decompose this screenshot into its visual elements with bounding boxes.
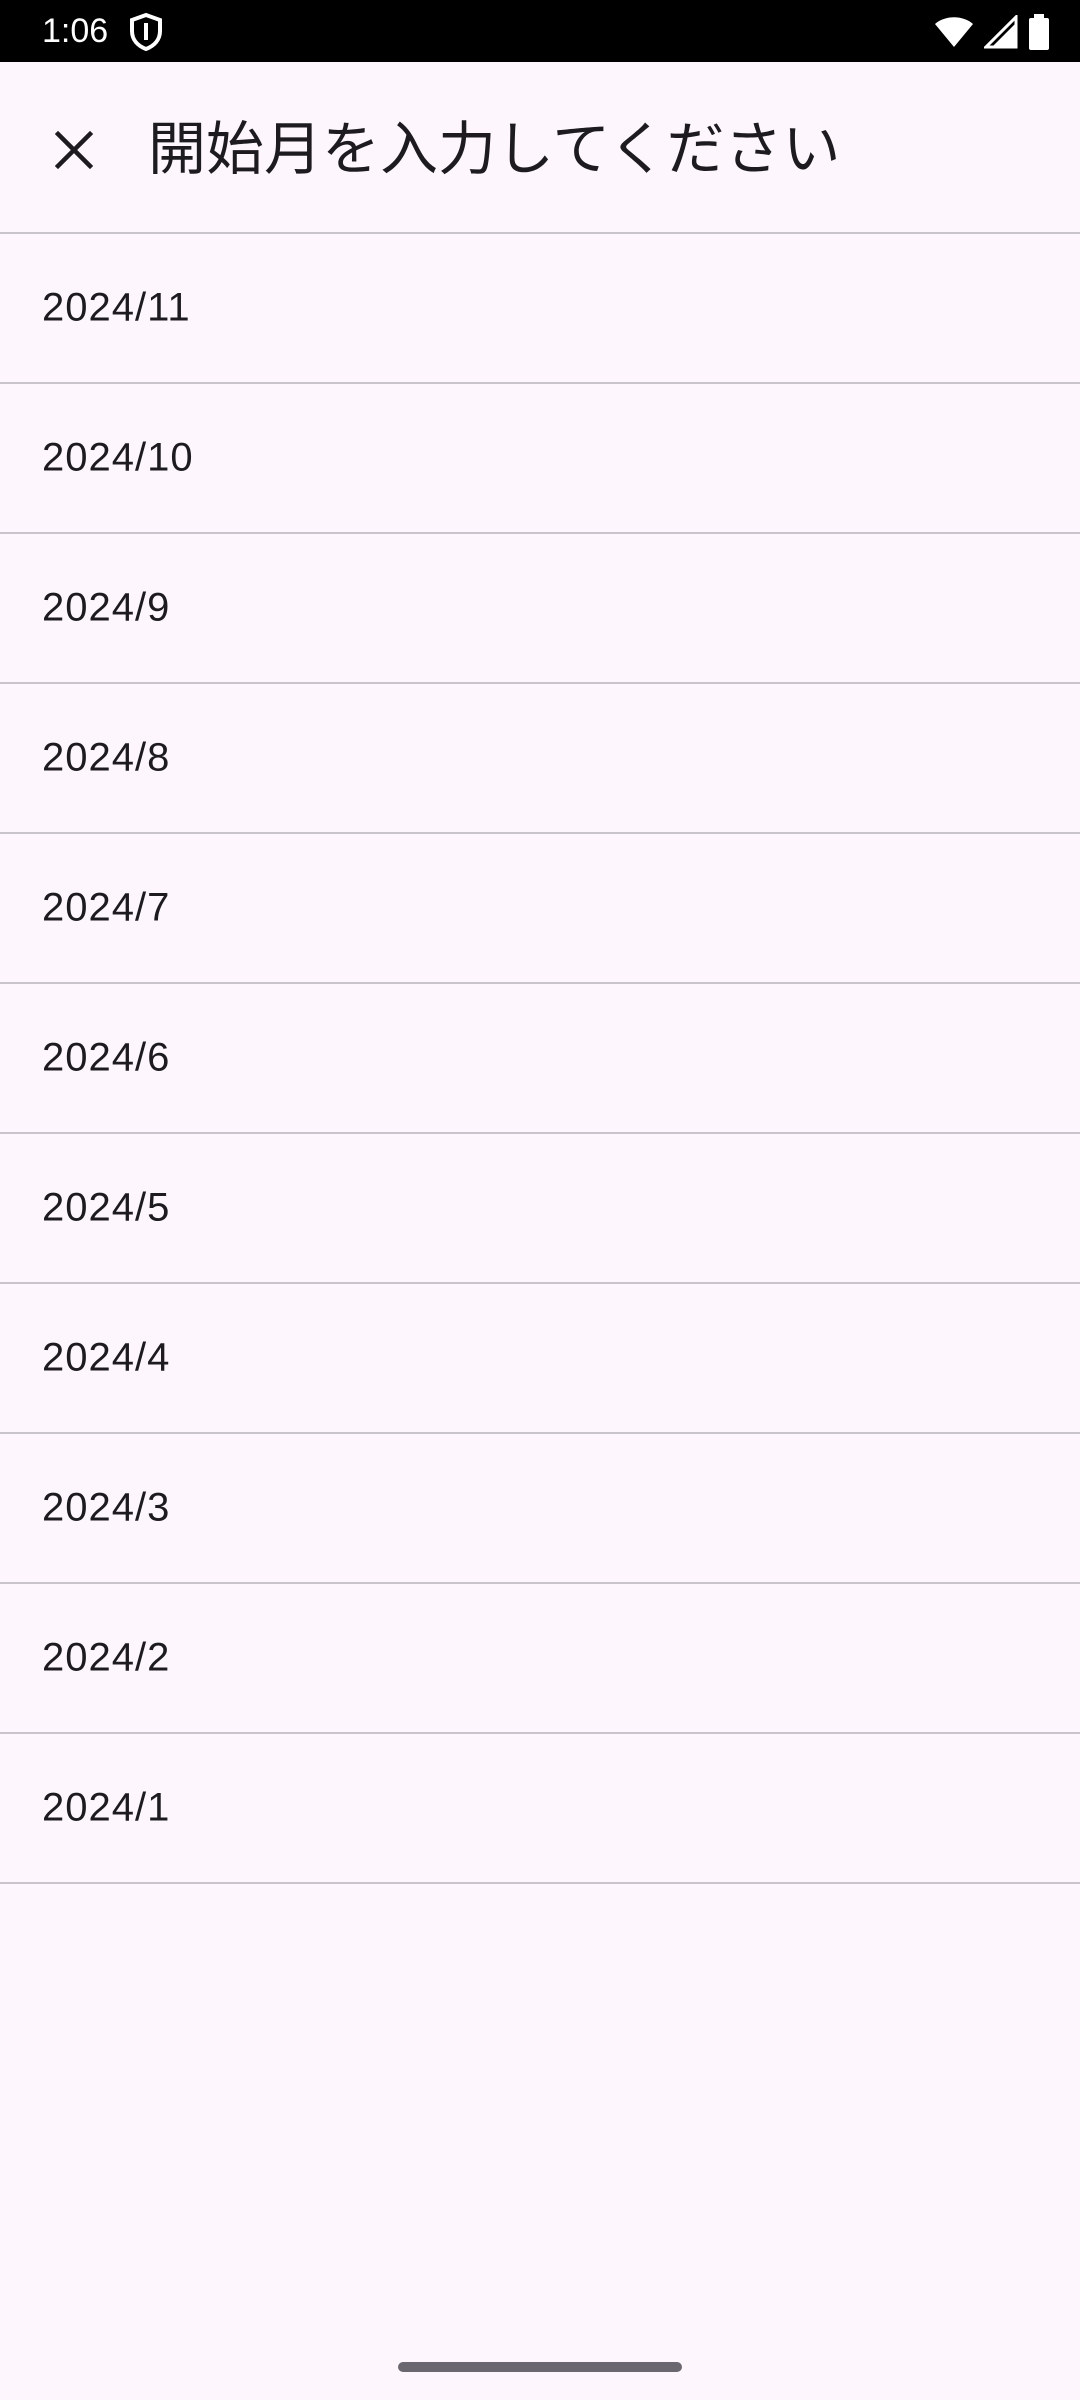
month-option-label: 2024/6 bbox=[42, 1035, 171, 1080]
close-button[interactable] bbox=[30, 108, 118, 196]
status-bar: 1:06 bbox=[0, 0, 1080, 62]
battery-icon bbox=[1028, 14, 1050, 50]
month-option[interactable]: 2024/11 bbox=[0, 234, 1080, 384]
gesture-nav-handle[interactable] bbox=[398, 2362, 682, 2372]
status-time: 1:06 bbox=[42, 12, 109, 50]
month-option-label: 2024/1 bbox=[42, 1785, 171, 1830]
month-option-label: 2024/10 bbox=[42, 435, 194, 480]
month-option-label: 2024/5 bbox=[42, 1185, 171, 1230]
status-icons bbox=[934, 12, 1050, 52]
app-bar: 開始月を入力してください bbox=[0, 62, 1080, 232]
month-option[interactable]: 2024/8 bbox=[0, 684, 1080, 834]
month-option-label: 2024/11 bbox=[42, 285, 191, 330]
shield-icon bbox=[128, 12, 164, 52]
month-option-label: 2024/4 bbox=[42, 1335, 171, 1380]
signal-icon bbox=[984, 15, 1018, 49]
month-option-label: 2024/7 bbox=[42, 885, 171, 930]
month-option[interactable]: 2024/2 bbox=[0, 1584, 1080, 1734]
wifi-icon bbox=[934, 15, 974, 49]
close-icon bbox=[52, 128, 96, 176]
month-option[interactable]: 2024/6 bbox=[0, 984, 1080, 1134]
month-option[interactable]: 2024/5 bbox=[0, 1134, 1080, 1284]
page-title: 開始月を入力してください bbox=[148, 115, 841, 183]
month-list: 2024/11 2024/10 2024/9 2024/8 2024/7 2024/6 20… bbox=[0, 232, 1080, 1884]
month-option-label: 2024/9 bbox=[42, 585, 171, 630]
month-option[interactable]: 2024/7 bbox=[0, 834, 1080, 984]
month-option-label: 2024/3 bbox=[42, 1485, 171, 1530]
month-option[interactable]: 2024/10 bbox=[0, 384, 1080, 534]
month-option-label: 2024/2 bbox=[42, 1635, 171, 1680]
month-option[interactable]: 2024/9 bbox=[0, 534, 1080, 684]
month-option[interactable]: 2024/3 bbox=[0, 1434, 1080, 1584]
month-option[interactable]: 2024/1 bbox=[0, 1734, 1080, 1884]
month-option[interactable]: 2024/4 bbox=[0, 1284, 1080, 1434]
month-option-label: 2024/8 bbox=[42, 735, 171, 780]
